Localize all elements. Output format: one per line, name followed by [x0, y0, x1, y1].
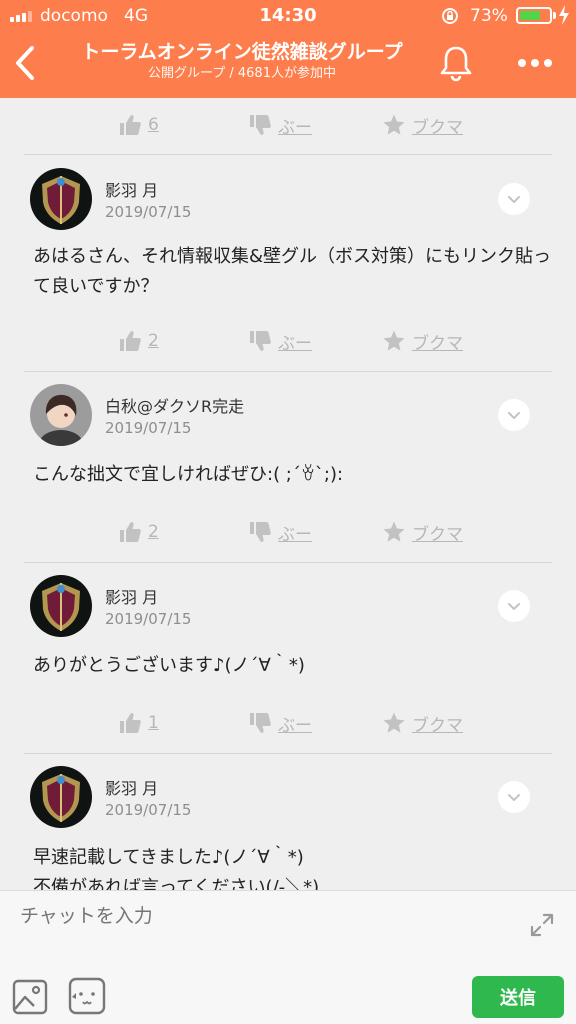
sticker-icon[interactable] [68, 977, 106, 1015]
post-date: 2019/07/15 [105, 801, 192, 819]
dislike-button[interactable]: ぶー [248, 696, 312, 750]
battery-icon [516, 7, 552, 24]
thumbs-up-icon [120, 713, 141, 733]
like-count: 2 [148, 331, 159, 351]
post-date: 2019/07/15 [105, 610, 192, 628]
charging-icon [559, 5, 569, 25]
thumbs-up-icon [120, 331, 141, 351]
avatar[interactable] [30, 766, 92, 828]
divider [24, 154, 552, 155]
post-actions: 2 ぶー ブクマ [0, 505, 576, 559]
post-menu-chevron[interactable] [498, 590, 530, 622]
thumbs-down-icon [250, 713, 271, 733]
status-bar: docomo 4G 14:30 73% [0, 0, 576, 34]
bookmark-label: ブクマ [412, 333, 463, 354]
dislike-button[interactable]: ぶー [248, 314, 312, 368]
back-arrow-icon[interactable] [8, 42, 42, 84]
post-actions: 1 ぶー ブクマ [0, 696, 576, 750]
like-count: 1 [148, 713, 159, 733]
bookmark-label: ブクマ [412, 117, 463, 138]
message-text: こんな拙文で宜しければぜひ:( ;´ꈊ`;): [33, 464, 344, 485]
rotation-lock-icon [442, 8, 458, 24]
dislike-label: ぶー [278, 117, 312, 138]
bookmark-label: ブクマ [412, 715, 463, 736]
star-icon [383, 521, 405, 542]
group-title-block[interactable]: トーラムオンライン徒然雑談グループ 公開グループ / 4681人が参加中 [60, 40, 424, 83]
group-subtitle: 公開グループ / 4681人が参加中 [148, 66, 336, 81]
avatar[interactable] [30, 168, 92, 230]
chat-input[interactable] [20, 905, 500, 927]
thumbs-down-icon [250, 331, 271, 351]
post-actions: 6 ぶー ブクマ [0, 98, 576, 152]
dislike-label: ぶー [278, 333, 312, 354]
dislike-label: ぶー [278, 715, 312, 736]
author-name[interactable]: 影羽 月 [105, 775, 158, 799]
star-icon [383, 330, 405, 351]
like-count: 2 [148, 522, 159, 542]
divider [24, 753, 552, 754]
like-button[interactable]: 1 [118, 696, 159, 750]
like-count: 6 [148, 115, 159, 135]
image-icon[interactable] [12, 979, 48, 1015]
bookmark-button[interactable]: ブクマ [382, 696, 463, 750]
bookmark-label: ブクマ [412, 524, 463, 545]
more-menu-icon[interactable] [510, 48, 560, 78]
bookmark-button[interactable]: ブクマ [382, 505, 463, 559]
message-text: あはるさん、それ情報収集&壁グル（ボス対策）にもリンク貼って良いですか？ [33, 246, 552, 297]
shield-crest-icon [30, 766, 92, 828]
bookmark-button[interactable]: ブクマ [382, 314, 463, 368]
thumbs-up-icon [120, 115, 141, 135]
chat-input-bar: 送信 [0, 890, 576, 1024]
post-menu-chevron[interactable] [498, 183, 530, 215]
like-button[interactable]: 2 [118, 314, 159, 368]
like-button[interactable]: 2 [118, 505, 159, 559]
post-date: 2019/07/15 [105, 419, 192, 437]
message-text: ありがとうございます♪(ノ´∀｀*) [33, 655, 305, 676]
post-menu-chevron[interactable] [498, 781, 530, 813]
post-actions: 2 ぶー ブクマ [0, 314, 576, 368]
message-feed[interactable]: 6 ぶー ブクマ 影羽 月 2019/07/15 あはるさん、それ情報収集&壁グ… [0, 98, 576, 890]
shield-crest-icon [30, 168, 92, 230]
chevron-down-icon [508, 794, 520, 801]
divider [24, 562, 552, 563]
avatar[interactable] [30, 384, 92, 446]
bell-icon[interactable] [438, 44, 474, 82]
dislike-button[interactable]: ぶー [248, 505, 312, 559]
character-avatar-icon [30, 384, 92, 446]
star-icon [383, 114, 405, 135]
author-name[interactable]: 影羽 月 [105, 584, 158, 608]
author-name[interactable]: 影羽 月 [105, 177, 158, 201]
dislike-button[interactable]: ぶー [248, 98, 312, 152]
post-date: 2019/07/15 [105, 203, 192, 221]
send-button[interactable]: 送信 [472, 976, 564, 1018]
dislike-label: ぶー [278, 524, 312, 545]
chevron-down-icon [508, 412, 520, 419]
thumbs-up-icon [120, 522, 141, 542]
battery-percent: 73% [470, 6, 508, 26]
message-text: 早速記載してきました♪(ノ´∀｀*) 不備があれば言ってください(/-＼*) [33, 847, 320, 890]
shield-crest-icon [30, 575, 92, 637]
post-menu-chevron[interactable] [498, 399, 530, 431]
bookmark-button[interactable]: ブクマ [382, 98, 463, 152]
expand-icon[interactable] [528, 911, 556, 939]
thumbs-down-icon [250, 522, 271, 542]
like-button[interactable]: 6 [118, 98, 159, 152]
thumbs-down-icon [250, 115, 271, 135]
star-icon [383, 712, 405, 733]
avatar[interactable] [30, 575, 92, 637]
chevron-down-icon [508, 603, 520, 610]
author-name[interactable]: 白秋@ダクソR完走 [105, 393, 244, 417]
group-title: トーラムオンライン徒然雑談グループ [81, 41, 403, 63]
chevron-down-icon [508, 196, 520, 203]
app-header: docomo 4G 14:30 73% トーラムオンライン徒然雑談グループ 公開… [0, 0, 576, 98]
divider [24, 371, 552, 372]
